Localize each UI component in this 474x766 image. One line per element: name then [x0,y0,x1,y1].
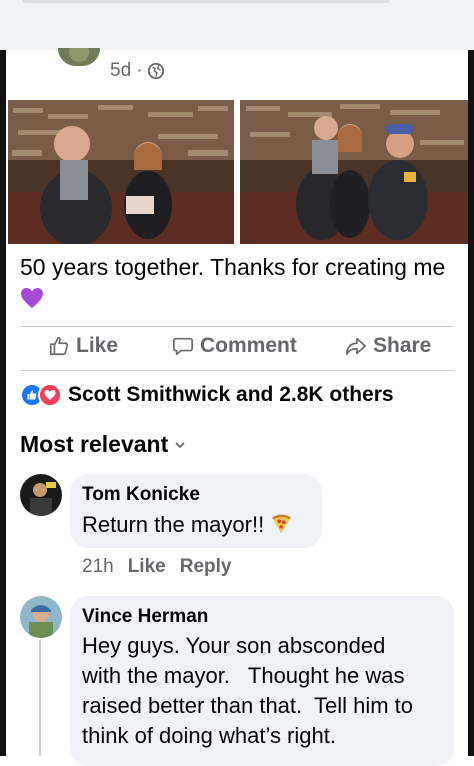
comment-button[interactable]: Comment [172,334,297,358]
comment-line: raised better than that. Tell him to [82,693,413,718]
commenter-avatar-tom[interactable] [20,474,62,516]
comment-line: think of doing what’s right. [82,723,336,748]
commenter-name[interactable]: Vince Herman [82,606,208,628]
post-time-text: 5d · [110,60,143,81]
post-timestamp[interactable]: 5d · [110,60,165,82]
reply-thread-line [39,640,41,756]
divider-bottom [20,370,454,371]
purple-heart-icon [21,288,43,308]
globe-icon [147,62,164,80]
right-edge [468,50,474,756]
post-caption: 50 years together. Thanks for creating m… [20,252,450,314]
post-photo-right[interactable] [240,100,468,244]
sort-label: Most relevant [20,431,169,457]
comment-text: Hey guys. Your son absconded with the ma… [82,631,448,751]
chevron-down-icon [175,441,185,448]
reactions-summary[interactable]: Scott Smithwick and 2.8K others [20,383,394,407]
pizza-icon [272,514,292,534]
post-action-bar: Like Comment Share [0,334,474,366]
like-button[interactable]: Like [48,334,118,358]
comment-text-body: Return the mayor!! [82,512,265,537]
comment-line: with the mayor. Thought he was [82,663,405,688]
comment-reply-button[interactable]: Reply [180,556,232,578]
commenter-name[interactable]: Tom Konicke [82,484,200,506]
caption-text: 50 years together. Thanks for creating m… [20,254,446,280]
love-reaction-icon [38,383,62,407]
comment-time[interactable]: 21h [82,556,114,578]
comment-label: Comment [200,334,297,357]
thumbs-up-icon [49,336,69,356]
share-arrow-icon [346,337,366,356]
comment-meta-tom: 21h Like Reply [82,556,231,578]
commenter-avatar-vince[interactable] [20,596,62,638]
share-label: Share [373,334,432,357]
comment-text: Return the mayor!! [82,510,292,540]
share-button[interactable]: Share [345,334,431,358]
top-search-pill [22,0,390,3]
top-status-bar [0,0,474,50]
post-photo-left[interactable] [8,100,234,244]
comment-like-button[interactable]: Like [128,556,166,578]
like-label: Like [76,334,119,357]
comment-line: Hey guys. Your son absconded [82,633,386,658]
reactions-text: Scott Smithwick and 2.8K others [68,383,394,406]
comment-bubble-icon [173,337,193,356]
divider-top [20,326,454,327]
comments-sort-dropdown[interactable]: Most relevant [20,431,186,458]
